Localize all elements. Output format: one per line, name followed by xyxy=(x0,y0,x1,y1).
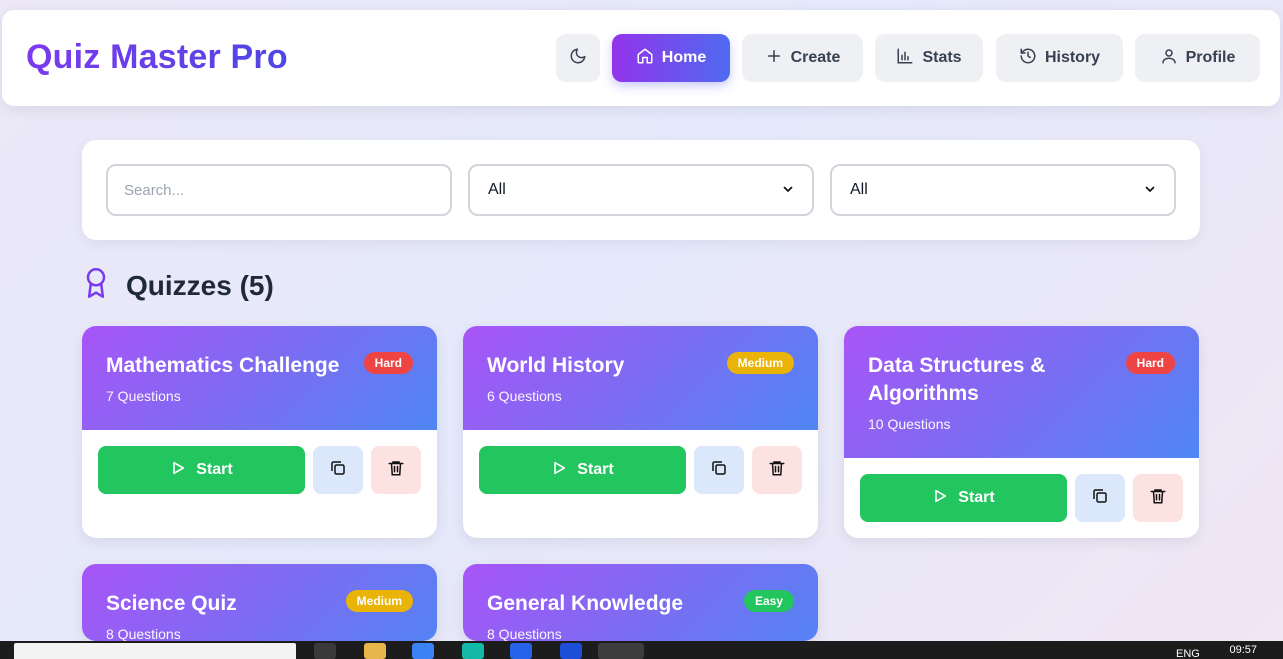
chevron-down-icon xyxy=(1144,183,1156,198)
task-view-icon[interactable] xyxy=(314,643,336,659)
trash-icon xyxy=(768,459,786,482)
quiz-question-count: 10 Questions xyxy=(868,416,951,432)
award-icon xyxy=(82,267,110,306)
home-icon xyxy=(636,47,654,70)
user-icon xyxy=(1160,47,1178,70)
start-quiz-button[interactable]: Start xyxy=(860,474,1067,522)
quiz-card: World History 6 Questions Medium Start xyxy=(463,326,818,538)
chrome-icon[interactable] xyxy=(598,643,644,659)
quiz-card-header: World History 6 Questions Medium xyxy=(463,326,818,430)
copy-icon xyxy=(329,459,347,482)
nav-home-button[interactable]: Home xyxy=(612,34,730,82)
language-indicator[interactable]: ENG xyxy=(1176,648,1200,659)
quiz-title: Data Structures & Algorithms xyxy=(868,354,1046,405)
start-label: Start xyxy=(958,489,995,506)
quiz-card: Science Quiz 8 Questions Medium xyxy=(82,564,437,641)
category-select[interactable]: All xyxy=(468,164,814,216)
copy-icon xyxy=(710,459,728,482)
trash-icon xyxy=(387,459,405,482)
quiz-card-actions: Start xyxy=(860,474,1183,522)
play-icon xyxy=(932,488,948,509)
difficulty-badge: Medium xyxy=(726,352,794,374)
search-input[interactable] xyxy=(106,164,452,216)
delete-quiz-button[interactable] xyxy=(371,446,421,494)
quiz-card-header: Science Quiz 8 Questions Medium xyxy=(82,564,437,641)
quizzes-title: Quizzes (5) xyxy=(126,270,274,301)
app-header: Quiz Master Pro Home Create Stats Histor… xyxy=(2,10,1280,106)
start-label: Start xyxy=(577,461,614,478)
difficulty-badge: Hard xyxy=(1125,352,1175,374)
duplicate-quiz-button[interactable] xyxy=(313,446,363,494)
file-explorer-icon[interactable] xyxy=(364,643,386,659)
duplicate-quiz-button[interactable] xyxy=(694,446,744,494)
nav-history-button[interactable]: History xyxy=(996,34,1123,82)
app-title: Quiz Master Pro xyxy=(26,38,288,76)
store-icon[interactable] xyxy=(510,643,532,659)
quiz-card: General Knowledge 8 Questions Easy xyxy=(463,564,818,641)
quiz-card-actions: Start xyxy=(98,446,421,494)
copilot-icon[interactable] xyxy=(412,643,434,659)
category-select-value: All xyxy=(488,181,506,198)
difficulty-badge: Hard xyxy=(363,352,413,374)
nav-create-label: Create xyxy=(790,49,841,66)
nav-home-label: Home xyxy=(661,49,707,66)
nav-profile-button[interactable]: Profile xyxy=(1135,34,1260,82)
filter-bar: All All xyxy=(82,140,1200,240)
quiz-title: World History xyxy=(487,354,625,377)
history-icon xyxy=(1019,47,1037,70)
play-icon xyxy=(551,460,567,481)
quiz-title: Science Quiz xyxy=(106,592,237,615)
quiz-title: Mathematics Challenge xyxy=(106,354,340,377)
start-label: Start xyxy=(196,461,233,478)
moon-icon xyxy=(569,47,587,70)
os-taskbar: ENG 09:57 xyxy=(0,641,1283,659)
nav-profile-label: Profile xyxy=(1185,49,1236,66)
difficulty-select-value: All xyxy=(850,181,868,198)
start-quiz-button[interactable]: Start xyxy=(479,446,686,494)
quizzes-heading: Quizzes (5) xyxy=(82,266,274,306)
nav-stats-button[interactable]: Stats xyxy=(875,34,983,82)
delete-quiz-button[interactable] xyxy=(752,446,802,494)
quiz-card-header: Mathematics Challenge 7 Questions Hard xyxy=(82,326,437,430)
edge-icon[interactable] xyxy=(462,643,484,659)
play-icon xyxy=(170,460,186,481)
start-quiz-button[interactable]: Start xyxy=(98,446,305,494)
copy-icon xyxy=(1091,487,1109,510)
delete-quiz-button[interactable] xyxy=(1133,474,1183,522)
quiz-question-count: 8 Questions xyxy=(487,626,562,641)
nav-stats-label: Stats xyxy=(922,49,962,66)
bar-chart-icon xyxy=(896,47,914,70)
difficulty-badge: Medium xyxy=(345,590,413,612)
trash-icon xyxy=(1149,487,1167,510)
taskbar-clock[interactable]: 09:57 xyxy=(1229,644,1257,656)
quiz-card-header: General Knowledge 8 Questions Easy xyxy=(463,564,818,641)
duplicate-quiz-button[interactable] xyxy=(1075,474,1125,522)
quiz-title: General Knowledge xyxy=(487,592,684,615)
taskbar-search-box[interactable] xyxy=(14,643,296,659)
quiz-card: Data Structures & Algorithms 10 Question… xyxy=(844,326,1199,538)
nav-history-label: History xyxy=(1044,49,1101,66)
difficulty-select[interactable]: All xyxy=(830,164,1176,216)
quiz-card-actions: Start xyxy=(479,446,802,494)
quiz-question-count: 6 Questions xyxy=(487,388,562,404)
chevron-down-icon xyxy=(782,183,794,198)
nav-create-button[interactable]: Create xyxy=(742,34,863,82)
theme-toggle-button[interactable] xyxy=(556,34,600,82)
mail-icon[interactable] xyxy=(560,643,582,659)
quiz-card-header: Data Structures & Algorithms 10 Question… xyxy=(844,326,1199,458)
quiz-question-count: 8 Questions xyxy=(106,626,181,641)
plus-icon xyxy=(765,47,783,70)
quiz-card: Mathematics Challenge 7 Questions Hard S… xyxy=(82,326,437,538)
difficulty-badge: Easy xyxy=(743,590,794,612)
quiz-question-count: 7 Questions xyxy=(106,388,181,404)
